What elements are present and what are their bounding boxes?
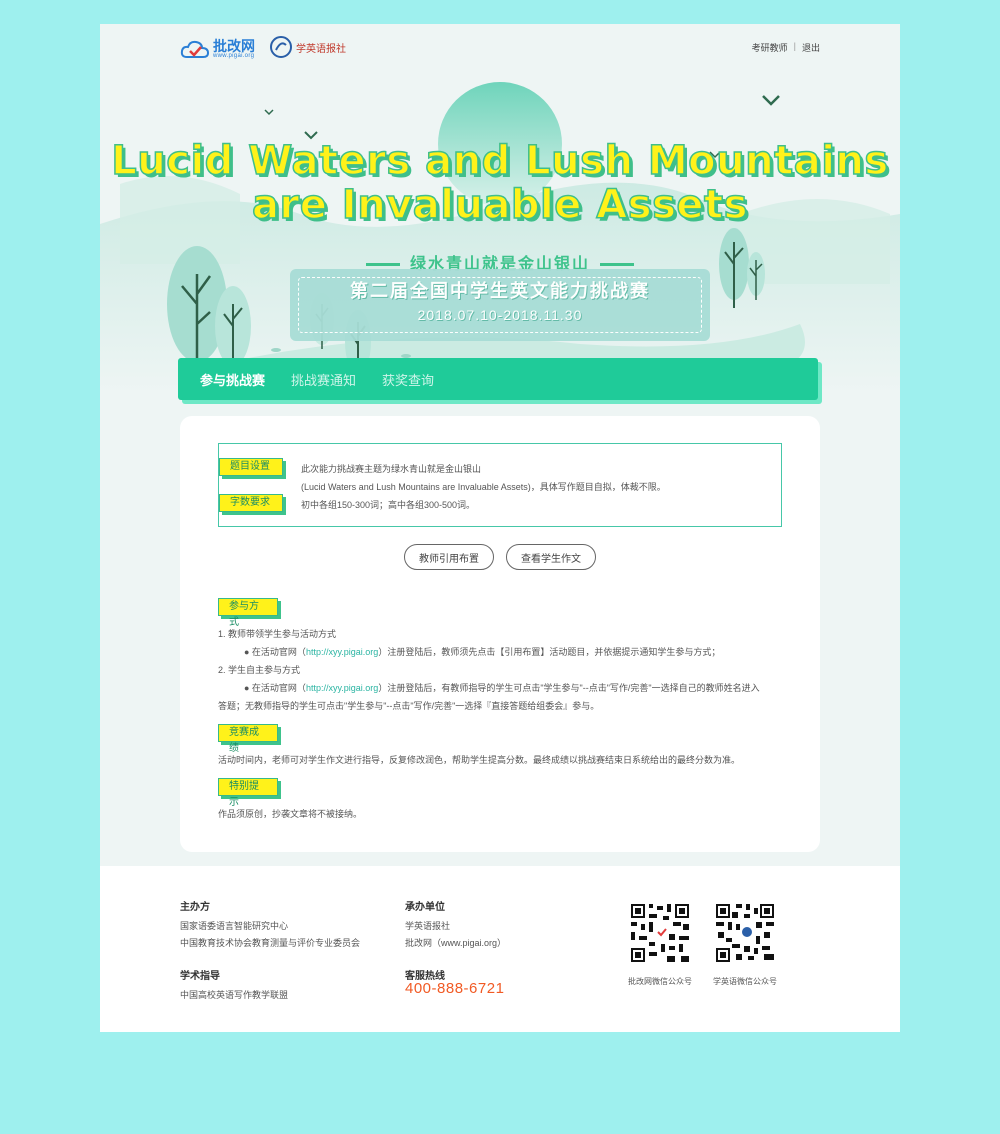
logout-link[interactable]: 退出 [802,41,820,54]
pigai-logo[interactable]: 批改网 www.pigai.org [180,38,255,60]
participation-item1: 1. 教师带领学生参与活动方式 [218,629,337,639]
nav-notice[interactable]: 挑战赛通知 [291,370,356,389]
separator: | [793,41,796,51]
participation-item2: 2. 学生自主参与方式 [218,665,301,675]
topic-line2: (Lucid Waters and Lush Mountains are Inv… [301,482,666,492]
results-tag: 竞赛成绩 [218,724,278,754]
pigai-qr-caption: 批改网微信公众号 [628,977,692,986]
hotline-number: 400-888-6721 [405,980,505,997]
topic-box: 题目设置 字数要求 此次能力挑战赛主题为绿水青山就是金山银山 (Lucid Wa… [218,443,782,527]
organizer-1: 国家语委语言智能研究中心 [180,921,289,931]
contest-name: 第二届全国中学生英文能力挑战赛 [350,281,650,301]
academic-title: 学术指导 [180,971,220,982]
pigai-brand: 批改网 [213,38,255,54]
words-tag: 字数要求 [219,494,283,512]
topic-tag: 题目设置 [219,458,283,476]
xyy-logo[interactable]: 学英语报社 [270,36,346,58]
academic-1: 中国高校英语写作教学联盟 [180,990,289,1000]
contest-info-box: 第二届全国中学生英文能力挑战赛 2018.07.10-2018.11.30 [290,269,710,341]
topic-line3: 初中各组150-300词；高中各组300-500词。 [301,500,476,510]
nav-awards[interactable]: 获奖查询 [382,370,434,389]
banner-title-line2: are Invaluable Assets [251,181,748,229]
landscape-illustration [100,82,900,394]
undertaker-title: 承办单位 [405,902,445,913]
xyy-qr-code [714,902,776,964]
participation-item2-continued: 答题；无教师指导的学生可点击"学生参与"--点击"写作/完善"一选择『直接答题给… [218,701,600,711]
user-links: 考研教师 | 退出 [752,41,820,54]
top-bar: 批改网 www.pigai.org 学英语报社 考研教师 | 退出 [100,24,900,84]
hero-banner: Lucid Waters and Lush Mountains are Inva… [100,64,900,394]
xyy-qr-caption: 学英语微信公众号 [713,977,777,986]
official-site-link-2[interactable]: http://xyy.pigai.org [306,683,378,693]
xyy-emblem-icon [270,36,292,58]
results-text: 活动时间内，老师可对学生作文进行指导，反复修改润色，帮助学生提高分数。最终成绩以… [218,755,741,765]
topic-line1: 此次能力挑战赛主题为绿水青山就是金山银山 [301,464,482,474]
xyy-name: 学英语报社 [296,43,346,55]
participation-item2-detail: ● 在活动官网（http://xyy.pigai.org）注册登陆后，有教师指导… [244,683,760,693]
nav-join[interactable]: 参与挑战赛 [200,370,265,389]
cloud-check-icon [180,40,210,58]
notice-text: 作品须原创，抄袭文章将不被接纳。 [218,809,363,819]
organizer-2: 中国教育技术协会教育测量与评价专业委员会 [180,938,361,948]
user-role-link[interactable]: 考研教师 [752,41,788,54]
teacher-assign-button[interactable]: 教师引用布置 [404,544,494,570]
content-card: 题目设置 字数要求 此次能力挑战赛主题为绿水青山就是金山银山 (Lucid Wa… [180,416,820,852]
page-container: Lucid Waters and Lush Mountains are Inva… [100,24,900,1032]
pigai-url: www.pigai.org [213,53,255,59]
action-buttons: 教师引用布置 查看学生作文 [180,544,820,570]
main-nav: 参与挑战赛 挑战赛通知 获奖查询 [178,358,818,400]
footer: 主办方 国家语委语言智能研究中心 中国教育技术协会教育测量与评价专业委员会 学术… [100,866,900,1032]
organizer-title: 主办方 [180,902,210,913]
undertaker-2[interactable]: 批改网（www.pigai.org） [405,936,506,949]
contest-date: 2018.07.10-2018.11.30 [417,307,583,323]
official-site-link-1[interactable]: http://xyy.pigai.org [306,647,378,657]
pigai-qr-code [629,902,691,964]
view-student-essay-button[interactable]: 查看学生作文 [506,544,596,570]
participation-item1-detail: ● 在活动官网（http://xyy.pigai.org）注册登陆后，教师须先点… [244,647,721,657]
participation-tag: 参与方式 [218,598,278,628]
undertaker-1: 学英语报社 [405,921,451,931]
banner-title-line1: Lucid Waters and Lush Mountains [111,137,889,185]
notice-tag: 特别提示 [218,778,278,808]
